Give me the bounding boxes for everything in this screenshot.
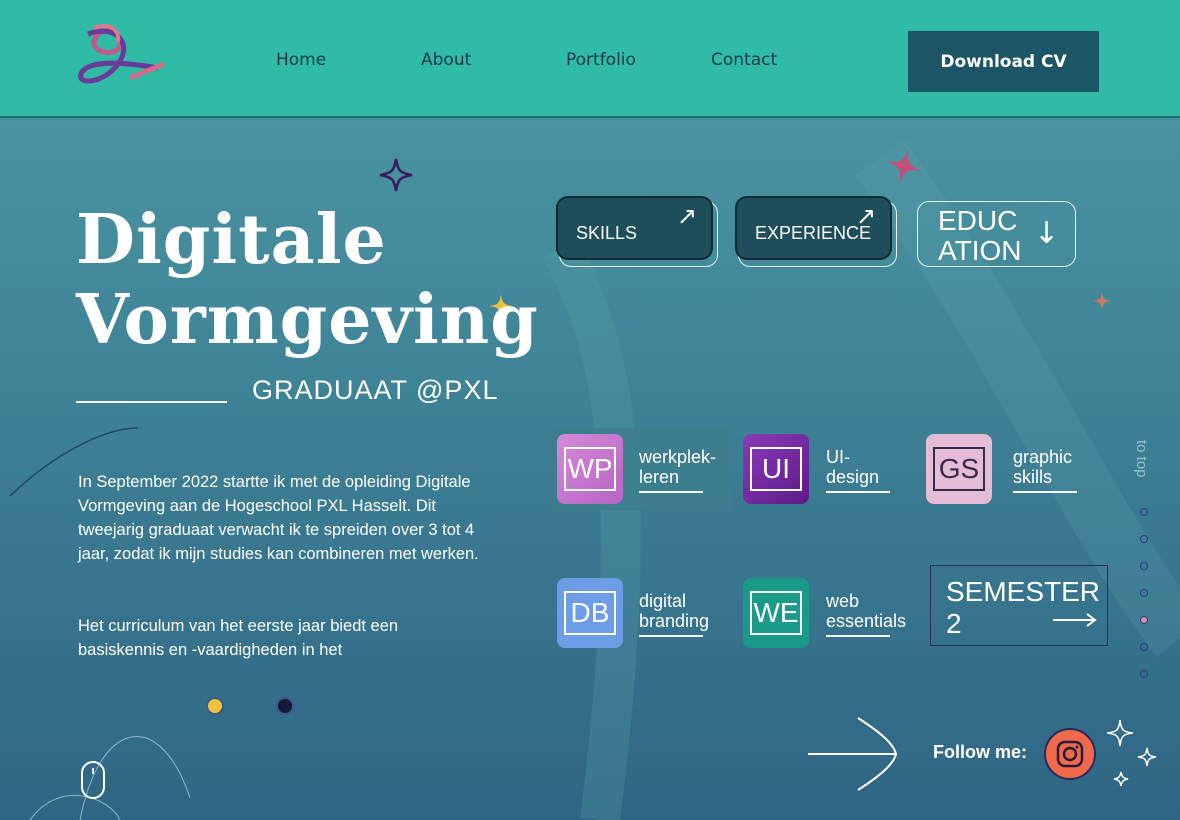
section-dot[interactable] — [1140, 535, 1148, 543]
tab-experience[interactable]: EXPERIENCE ↗ — [735, 196, 897, 267]
underline — [1013, 491, 1077, 493]
dot-yellow[interactable] — [206, 697, 224, 715]
tab-education-label: EDUC ATION — [938, 206, 1021, 266]
arrow-down-icon: ↓ — [1033, 216, 1059, 251]
curriculum-paragraph: Het curriculum van het eerste jaar biedt… — [78, 617, 399, 659]
course-tile-ui[interactable]: UI — [743, 434, 809, 504]
sparkle-icon — [1093, 292, 1111, 310]
course-tile-db[interactable]: DB — [557, 578, 623, 648]
title-line-2: Vormgeving — [76, 280, 539, 360]
section-dot[interactable] — [1140, 562, 1148, 570]
course-label-db[interactable]: digital branding — [639, 591, 709, 631]
course-abbr: WP — [564, 447, 616, 491]
follow-label: Follow me: — [933, 742, 1027, 762]
course-abbr: GS — [933, 447, 985, 491]
section-dot[interactable] — [1140, 670, 1148, 678]
arrow-right-icon — [808, 717, 898, 791]
course-label-line: graphic — [1013, 447, 1073, 467]
course-label-wp[interactable]: werkplek- leren — [639, 447, 716, 487]
course-tile-we[interactable]: WE — [743, 578, 809, 648]
logo-icon[interactable] — [74, 22, 168, 98]
nav-contact[interactable]: Contact — [711, 50, 777, 70]
underline — [826, 635, 890, 637]
instagram-button[interactable] — [1044, 728, 1096, 780]
sparkle-icon — [379, 158, 413, 192]
course-label-line: werkplek- — [639, 447, 717, 467]
tab-education[interactable]: EDUC ATION ↓ — [917, 201, 1076, 267]
tab-experience-label: EXPERIENCE — [755, 223, 872, 243]
section-dot[interactable] — [1140, 508, 1148, 516]
tab-skills[interactable]: SKILLS ↗ — [556, 196, 718, 267]
semester-label: SEMESTER 2 — [946, 576, 1100, 640]
course-label-line: UI- — [826, 447, 850, 467]
course-label-line: design — [826, 467, 880, 487]
underline — [639, 635, 703, 637]
underline — [639, 491, 703, 493]
course-abbr: DB — [564, 591, 616, 635]
course-label-line: branding — [639, 611, 710, 631]
to-top-link[interactable]: to top — [1133, 440, 1157, 500]
nav-portfolio[interactable]: Portfolio — [566, 50, 636, 70]
course-label-line: digital — [639, 591, 687, 611]
arrow-right-icon — [1053, 613, 1097, 627]
nav-about[interactable]: About — [421, 50, 471, 70]
tab-education-line2: ATION — [938, 235, 1022, 266]
to-top-label: to top — [1133, 440, 1150, 478]
semester-2-button[interactable]: SEMESTER 2 — [930, 565, 1108, 646]
course-label-ui[interactable]: UI- design — [826, 447, 879, 487]
divider — [76, 401, 227, 403]
course-tile-wp[interactable]: WP — [557, 434, 623, 504]
course-abbr: WE — [750, 591, 802, 635]
subtitle: GRADUAAT @PXL — [252, 375, 499, 405]
tab-experience-face: EXPERIENCE ↗ — [735, 196, 892, 260]
tab-education-line1: EDUC — [938, 205, 1018, 236]
dot-dark[interactable] — [276, 697, 294, 715]
course-label-we[interactable]: web essentials — [826, 591, 906, 631]
section-dot[interactable] — [1140, 589, 1148, 597]
intro-paragraph: In September 2022 startte ik met de ople… — [78, 473, 479, 563]
course-label-gs[interactable]: graphic skills — [1013, 447, 1072, 487]
arrow-up-right-icon: ↗ — [855, 202, 876, 230]
underline — [826, 491, 890, 493]
section-dot[interactable] — [1140, 643, 1148, 651]
tab-skills-label: SKILLS — [576, 223, 638, 243]
semester-line1: SEMESTER — [946, 576, 1101, 607]
section-dot-active[interactable] — [1140, 616, 1148, 624]
sparkle-icon — [1106, 719, 1157, 787]
page-title: Digitale Vormgeving — [76, 200, 539, 360]
download-cv-button[interactable]: Download CV — [908, 31, 1099, 92]
course-label-line: web — [826, 591, 860, 611]
course-tile-gs[interactable]: GS — [926, 434, 992, 504]
course-label-line: skills — [1013, 467, 1052, 487]
course-abbr: UI — [750, 447, 802, 491]
title-line-1: Digitale — [76, 200, 387, 280]
mouse-icon[interactable] — [80, 760, 106, 800]
nav-home[interactable]: Home — [276, 50, 326, 70]
course-label-line: essentials — [826, 611, 907, 631]
sparkle-icon — [886, 148, 922, 184]
instagram-icon — [1056, 740, 1084, 768]
course-label-line: leren — [639, 467, 680, 487]
tab-skills-face: SKILLS ↗ — [556, 196, 713, 260]
arrow-up-right-icon: ↗ — [676, 202, 697, 230]
